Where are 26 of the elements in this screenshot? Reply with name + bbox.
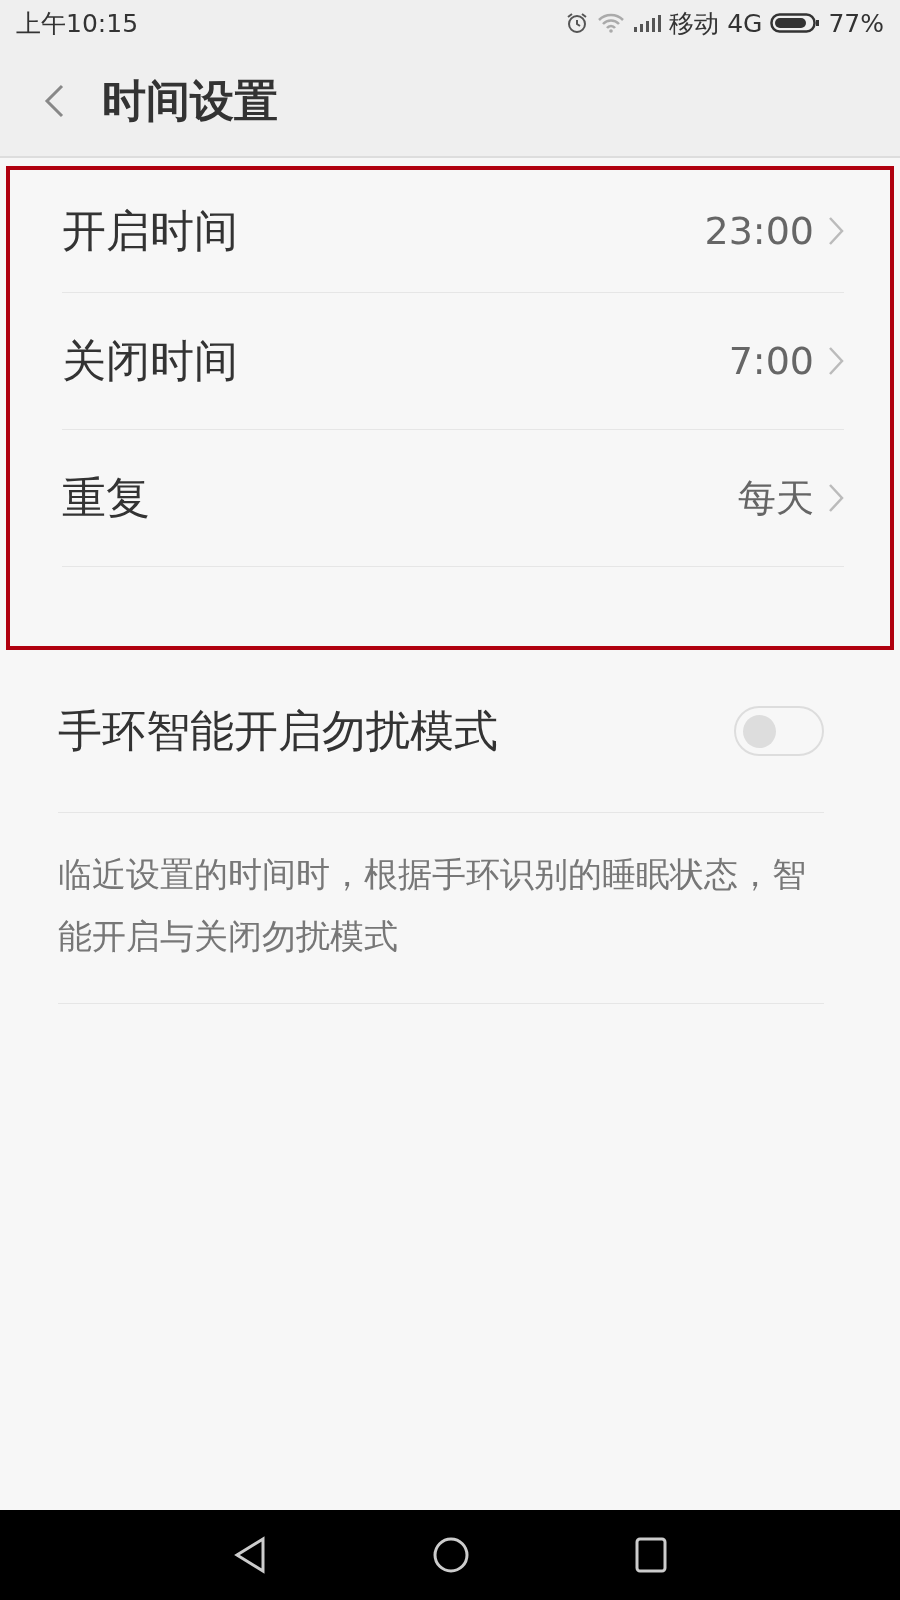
signal-icon (633, 14, 662, 32)
toggle-label: 手环智能开启勿扰模式 (58, 703, 499, 758)
back-nav-icon[interactable] (232, 1536, 267, 1574)
chevron-icon (828, 216, 844, 246)
chevron-icon (828, 346, 844, 376)
row-value: 7:00 (728, 339, 814, 383)
description-text: 临近设置的时间时，根据手环识别的睡眠状态，智能开启与关闭勿扰模式 (58, 853, 807, 958)
row-label: 开启时间 (62, 203, 239, 258)
row-label: 关闭时间 (62, 333, 239, 388)
page-title: 时间设置 (102, 73, 278, 128)
battery-percent: 77% (828, 8, 884, 38)
row-label: 重复 (62, 470, 151, 525)
settings-row[interactable]: 开启时间 23:00 (62, 170, 844, 293)
row-value: 23:00 (704, 209, 814, 253)
back-icon[interactable] (42, 83, 66, 119)
status-time: 上午10:15 (16, 7, 139, 40)
battery-icon (770, 12, 821, 34)
home-icon[interactable] (432, 1536, 470, 1574)
toggle-switch[interactable] (734, 706, 824, 756)
carrier-label: 移动 4G (669, 7, 763, 40)
wifi-icon (597, 13, 626, 33)
settings-row[interactable]: 关闭时间 7:00 (62, 293, 844, 430)
recents-icon[interactable] (635, 1537, 668, 1573)
row-value: 每天 (738, 474, 814, 522)
chevron-icon (828, 483, 844, 513)
settings-row[interactable]: 重复 每天 (62, 430, 844, 567)
